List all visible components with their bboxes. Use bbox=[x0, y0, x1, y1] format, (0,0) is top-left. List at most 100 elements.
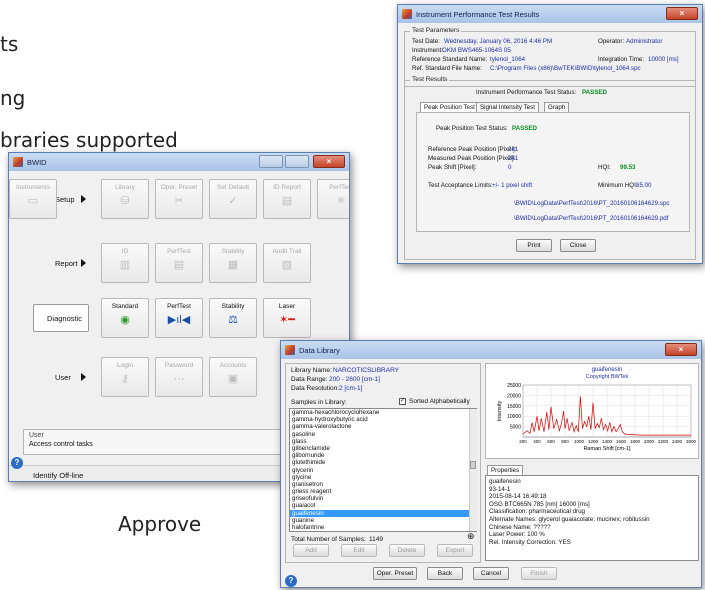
minimize-button[interactable] bbox=[259, 155, 283, 168]
row-label-user[interactable]: User bbox=[55, 373, 71, 382]
min-hqi-label: Minimum HQI: bbox=[598, 182, 638, 189]
spc-path[interactable]: \BWID\LogData\PerfTest\2016\PT_201601061… bbox=[514, 200, 669, 207]
peak-shift-label: Peak Shift [Pixel]: bbox=[428, 164, 477, 171]
samples-list[interactable]: gamma-hexachlorocyclohexane gamma-hydroxy… bbox=[289, 408, 477, 532]
add-button[interactable]: Add bbox=[293, 544, 329, 557]
property-line: Rel. Intensity Correction: YES bbox=[489, 538, 571, 546]
row-label-diagnostic[interactable]: Diagnostic bbox=[47, 314, 82, 323]
cancel-button[interactable]: Cancel bbox=[473, 567, 509, 580]
perf-titlebar[interactable]: Instrument Performance Test Results × bbox=[398, 5, 702, 23]
zoom-icon[interactable]: ⊕ bbox=[467, 531, 475, 542]
library-title: Data Library bbox=[299, 345, 340, 355]
bwid-titlebar[interactable]: BWID × bbox=[9, 153, 349, 171]
instrument-icon: ▭ bbox=[27, 195, 39, 207]
tile-diagnostic-laser[interactable]: Laser ✶━ bbox=[263, 298, 311, 338]
tab-peak-position[interactable]: Peak Position Test bbox=[420, 102, 479, 112]
list-item[interactable]: glibenclamide bbox=[290, 445, 476, 452]
y-tick-label: 20000 bbox=[507, 393, 521, 399]
row-label-setup[interactable]: Setup bbox=[55, 195, 75, 204]
peak-status-value: PASSED bbox=[512, 125, 537, 132]
tile-diagnostic-standard[interactable]: Standard ◉ bbox=[101, 298, 149, 338]
tile-label: ID Report bbox=[273, 184, 301, 191]
info-title: User bbox=[29, 432, 44, 439]
list-item[interactable]: glycine bbox=[290, 474, 476, 481]
spectrum-chart: guaifenesinCopyright BWTek 5000 10000 15000… bbox=[497, 367, 697, 452]
list-item[interactable]: glutethimide bbox=[290, 459, 476, 466]
list-item[interactable]: glycerin bbox=[290, 467, 476, 474]
tile-label: Library bbox=[115, 184, 135, 191]
tile-user-accounts[interactable]: Accounts ▣ bbox=[209, 357, 257, 397]
export-button[interactable]: Export bbox=[437, 544, 473, 557]
tile-report-id[interactable]: ID ▥ bbox=[101, 243, 149, 283]
tile-setup-instruments[interactable]: Instruments ▭ bbox=[9, 179, 57, 219]
list-item[interactable]: halofantrine bbox=[290, 524, 476, 531]
list-item[interactable]: guanine bbox=[290, 517, 476, 524]
scrollbar-thumb[interactable] bbox=[470, 461, 476, 469]
sparkle-icon: ✳ bbox=[336, 195, 346, 207]
list-item[interactable]: glass bbox=[290, 438, 476, 445]
close-icon[interactable]: × bbox=[313, 155, 345, 168]
tile-label: PerfTest bbox=[167, 303, 191, 310]
finish-button[interactable]: Finish bbox=[521, 567, 557, 580]
close-icon[interactable]: × bbox=[666, 7, 698, 20]
list-item[interactable]: guaifenesin bbox=[290, 509, 476, 517]
library-titlebar[interactable]: Data Library × bbox=[281, 341, 701, 359]
list-item[interactable]: granisetron bbox=[290, 481, 476, 488]
list-item[interactable]: gamma-valerolactone bbox=[290, 423, 476, 430]
tile-report-perftest[interactable]: PerfTest ▤ bbox=[155, 243, 203, 283]
maximize-button[interactable] bbox=[285, 155, 309, 168]
back-button[interactable]: Back bbox=[427, 567, 463, 580]
tile-label: Set Default bbox=[216, 184, 250, 191]
tile-setup-library[interactable]: Library ⛁ bbox=[101, 179, 149, 219]
property-line: 2015-08-14 16:49:18 bbox=[489, 493, 547, 501]
list-item[interactable]: gamma-hexachlorocyclohexane bbox=[290, 409, 476, 416]
tile-diagnostic-stability[interactable]: Stability ⚖ bbox=[209, 298, 257, 338]
y-tick-label: 15000 bbox=[507, 404, 521, 410]
oper-preset-button[interactable]: Oper. Preset bbox=[373, 567, 417, 580]
list-item[interactable]: gasoline bbox=[290, 431, 476, 438]
close-button[interactable]: Close bbox=[560, 239, 596, 252]
tile-user-password[interactable]: Password ⋯ bbox=[155, 357, 203, 397]
tile-setup-perftest[interactable]: PerfTest ✳ bbox=[317, 179, 349, 219]
y-tick-label: 5000 bbox=[510, 425, 521, 431]
x-tick-label: 1600 bbox=[616, 439, 627, 444]
tab-graph[interactable]: Graph bbox=[544, 102, 570, 112]
meas-peak-value: 241 bbox=[508, 155, 519, 162]
peak-shift-value: 0 bbox=[508, 164, 512, 171]
list-item[interactable]: gamma-hydroxybutyric acid bbox=[290, 416, 476, 423]
tile-report-audit-trail[interactable]: Audit Trail ▧ bbox=[263, 243, 311, 283]
samples-scrollbar[interactable] bbox=[469, 409, 477, 531]
audit-trail-icon: ▧ bbox=[281, 259, 293, 271]
delete-button[interactable]: Delete bbox=[389, 544, 425, 557]
tile-user-login[interactable]: Login ⚷ bbox=[101, 357, 149, 397]
x-tick-label: 1000 bbox=[574, 439, 585, 444]
list-item[interactable]: griseofulvin bbox=[290, 495, 476, 502]
database-icon: ⛁ bbox=[120, 195, 130, 207]
tile-diagnostic-perftest[interactable]: PerfTest ▶ıl◀ bbox=[155, 298, 203, 338]
report-icon: ▤ bbox=[281, 195, 293, 207]
list-item[interactable]: glibornuride bbox=[290, 452, 476, 459]
tile-report-stability[interactable]: Stability ▦ bbox=[209, 243, 257, 283]
tab-signal-intensity[interactable]: Signal Intensity Test bbox=[476, 102, 539, 112]
res-label: Data Resolution: bbox=[291, 385, 340, 392]
edit-button[interactable]: Edit bbox=[341, 544, 377, 557]
ref-file-value: C:\Program Files (x86)\BwTEK\BWID\tyleno… bbox=[490, 65, 641, 72]
help-icon[interactable]: ? bbox=[285, 575, 297, 587]
list-item[interactable]: guaiacol bbox=[290, 502, 476, 509]
tile-setup-set-default[interactable]: Set Default ✓ bbox=[209, 179, 257, 219]
range-value: 200 - 2600 [cm-1] bbox=[329, 376, 380, 383]
tile-setup-oper-preset[interactable]: Oper. Preset ✂ bbox=[155, 179, 203, 219]
pdf-path[interactable]: \BWID\LogData\PerfTest\2016\PT_201601061… bbox=[514, 215, 668, 222]
help-icon[interactable]: ? bbox=[11, 457, 23, 469]
close-icon[interactable]: × bbox=[665, 343, 697, 356]
list-item[interactable]: griess reagent bbox=[290, 488, 476, 495]
sorted-checkbox[interactable]: ✓ Sorted Alphabetically bbox=[399, 398, 470, 405]
bg-text-3: braries supported bbox=[0, 128, 178, 152]
print-button[interactable]: Print bbox=[516, 239, 552, 252]
row-label-report[interactable]: Report bbox=[55, 259, 78, 268]
tile-label: Password bbox=[164, 362, 194, 369]
tile-label: Audit Trail bbox=[272, 248, 302, 255]
tools-icon: ✂ bbox=[174, 195, 184, 207]
tile-setup-id-report[interactable]: ID Report ▤ bbox=[263, 179, 311, 219]
tab-properties[interactable]: Properties bbox=[487, 465, 524, 475]
